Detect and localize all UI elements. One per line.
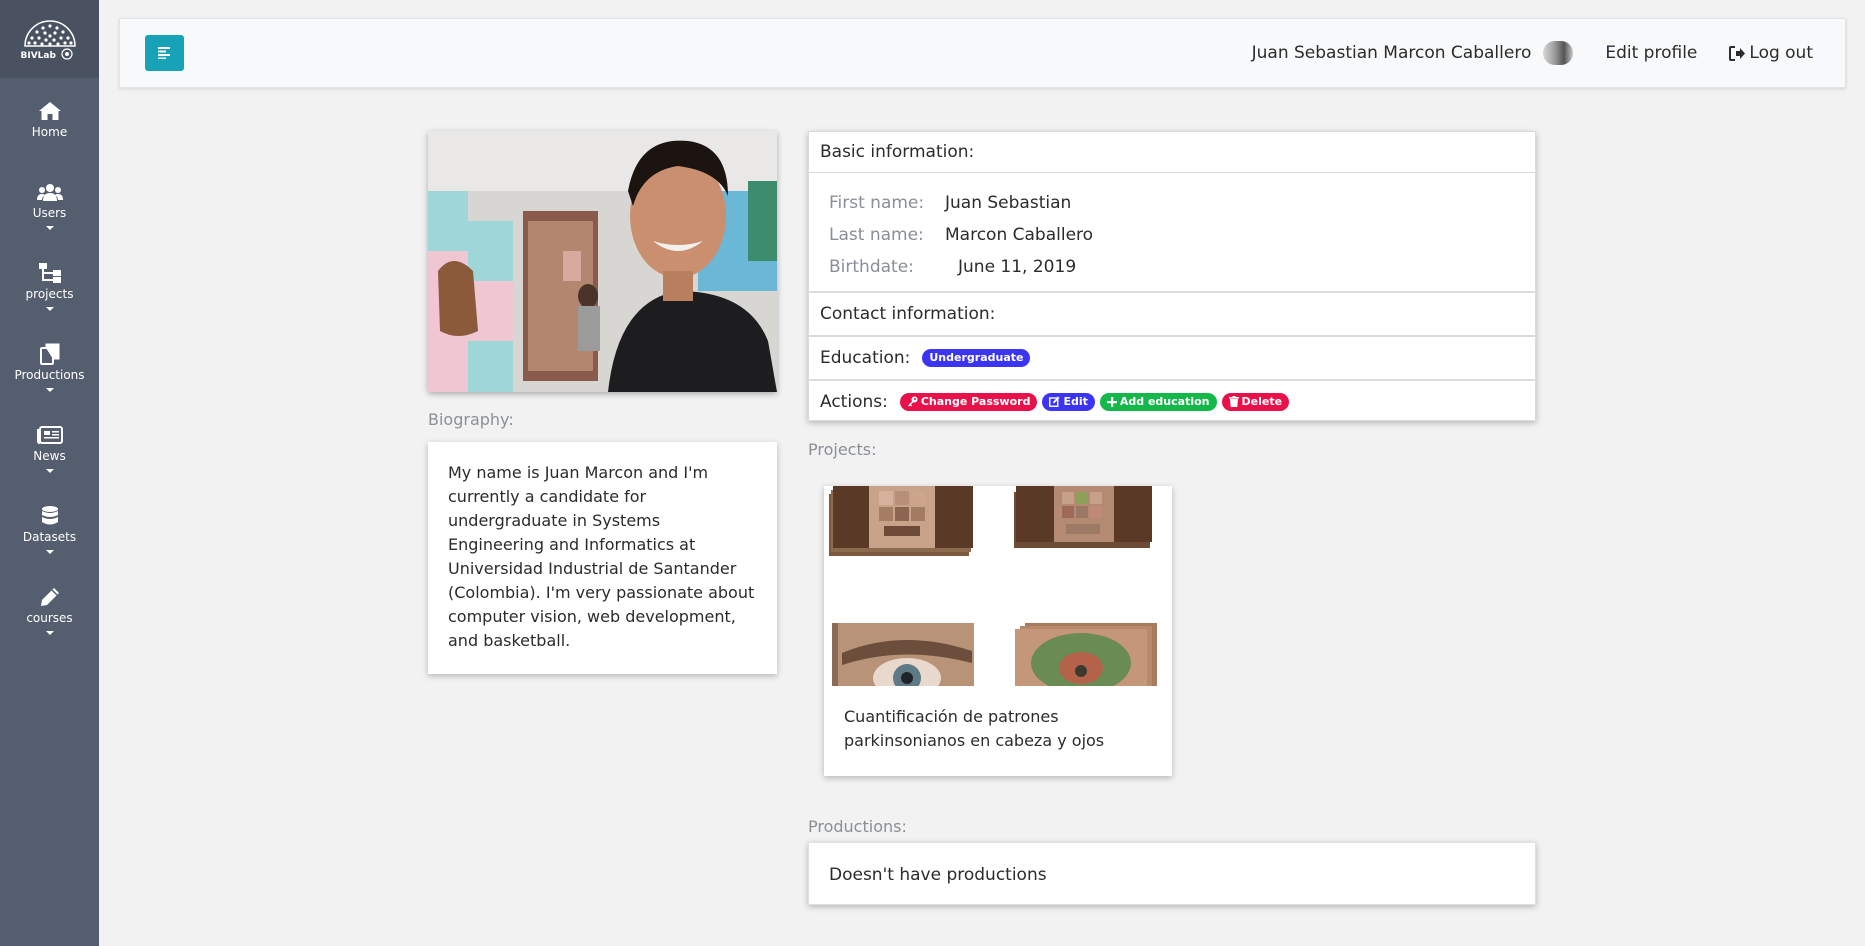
last-name-row: Last name: Marcon Caballero — [829, 219, 1515, 251]
sidebar-item-label: projects — [25, 287, 74, 301]
birthdate-label: Birthdate: — [829, 257, 914, 277]
chevron-down-icon — [45, 307, 54, 311]
contact-info-section: Contact information: — [809, 293, 1535, 337]
align-left-icon — [157, 47, 170, 59]
sidebar-item-projects[interactable]: projects — [0, 248, 99, 329]
last-name-value: Marcon Caballero — [945, 225, 1094, 245]
delete-label: Delete — [1241, 395, 1283, 408]
basic-info-title: Basic information: — [809, 132, 1535, 173]
birthdate-value: June 11, 2019 — [958, 257, 1077, 277]
newspaper-icon — [36, 424, 63, 446]
logout-label: Log out — [1749, 43, 1813, 63]
chevron-down-icon — [45, 388, 54, 392]
sidebar-toggle-button[interactable] — [145, 35, 184, 71]
logout-link[interactable]: Log out — [1729, 43, 1813, 63]
chevron-down-icon — [45, 550, 54, 554]
project-title[interactable]: Cuantificación de patrones parkinsoniano… — [844, 705, 1144, 753]
copy-icon — [37, 343, 63, 365]
chevron-down-icon — [45, 469, 54, 473]
user-menu: Juan Sebastian Marcon Caballero Edit pro… — [1252, 19, 1813, 87]
sidebar-item-label: courses — [26, 611, 73, 625]
profile-info-card: Basic information: First name: Juan Seba… — [808, 131, 1536, 421]
logo-container[interactable]: BIVLab — [0, 0, 99, 78]
productions-card: Doesn't have productions — [808, 842, 1536, 905]
edit-label: Edit — [1063, 395, 1088, 408]
change-password-button[interactable]: Change Password — [899, 393, 1038, 411]
education-badge[interactable]: Undergraduate — [922, 349, 1031, 367]
trash-icon — [1228, 396, 1239, 407]
sidebar-item-productions[interactable]: Productions — [0, 329, 99, 410]
edit-button[interactable]: Edit — [1042, 393, 1095, 411]
biography-text: My name is Juan Marcon and I'm currently… — [448, 463, 755, 650]
bivlab-logo[interactable]: BIVLab — [19, 16, 81, 62]
sidebar-item-label: Productions — [14, 368, 85, 382]
project-thumbnail — [1014, 486, 1152, 548]
projects-label: Projects: — [808, 440, 877, 459]
biography-card: My name is Juan Marcon and I'm currently… — [428, 442, 777, 674]
sign-out-icon — [1729, 45, 1746, 61]
birthdate-row: Birthdate: June 11, 2019 — [829, 251, 1515, 283]
user-name[interactable]: Juan Sebastian Marcon Caballero — [1252, 43, 1532, 63]
project-thumbnail — [1015, 623, 1157, 686]
database-icon — [37, 505, 63, 527]
add-education-button[interactable]: Add education — [1099, 393, 1217, 411]
sidebar-nav: Home Users projects Productions News Dat… — [0, 86, 99, 653]
last-name-label: Last name: — [829, 225, 924, 245]
education-section: Education: Undergraduate — [809, 337, 1535, 381]
delete-button[interactable]: Delete — [1221, 393, 1290, 411]
change-password-label: Change Password — [920, 395, 1031, 408]
project-thumbnail — [832, 623, 974, 686]
first-name-label: First name: — [829, 193, 925, 213]
first-name-row: First name: Juan Sebastian — [829, 187, 1515, 219]
users-icon — [36, 181, 63, 203]
sitemap-icon — [37, 262, 63, 284]
productions-empty-text: Doesn't have productions — [829, 865, 1047, 885]
sidebar-item-users[interactable]: Users — [0, 167, 99, 248]
pencil-icon — [37, 586, 63, 608]
top-navbar: Juan Sebastian Marcon Caballero Edit pro… — [119, 18, 1846, 88]
sidebar-item-label: News — [33, 449, 66, 463]
first-name-value: Juan Sebastian — [945, 193, 1072, 213]
sidebar-item-label: Home — [31, 125, 68, 139]
contact-info-title: Contact information: — [820, 304, 996, 324]
profile-photo — [428, 131, 777, 392]
home-icon — [37, 100, 63, 122]
project-thumbnail — [829, 486, 973, 556]
sidebar-item-label: Users — [32, 206, 67, 220]
basic-info-body: First name: Juan Sebastian Last name: Ma… — [809, 173, 1535, 293]
add-education-label: Add education — [1119, 395, 1210, 408]
project-card[interactable]: Cuantificación de patrones parkinsoniano… — [824, 486, 1172, 776]
chevron-down-icon — [45, 226, 54, 230]
productions-label: Productions: — [808, 817, 907, 836]
avatar[interactable] — [1543, 41, 1574, 65]
logo-text: BIVLab — [20, 51, 56, 61]
education-title: Education: — [820, 348, 911, 368]
actions-section: Actions: Change Password Edit Add educat… — [809, 381, 1535, 423]
chevron-down-icon — [45, 631, 54, 635]
key-icon — [907, 396, 918, 407]
sidebar-item-courses[interactable]: courses — [0, 572, 99, 653]
sidebar-item-news[interactable]: News — [0, 410, 99, 491]
sidebar: BIVLab Home Users projects Productions N… — [0, 0, 99, 946]
sidebar-item-datasets[interactable]: Datasets — [0, 491, 99, 572]
plus-icon — [1106, 397, 1117, 407]
sidebar-item-label: Datasets — [22, 530, 77, 544]
actions-title: Actions: — [820, 392, 888, 412]
sidebar-item-home[interactable]: Home — [0, 86, 99, 167]
edit-icon — [1049, 396, 1060, 407]
biography-label: Biography: — [428, 410, 514, 429]
edit-profile-link[interactable]: Edit profile — [1605, 43, 1697, 63]
